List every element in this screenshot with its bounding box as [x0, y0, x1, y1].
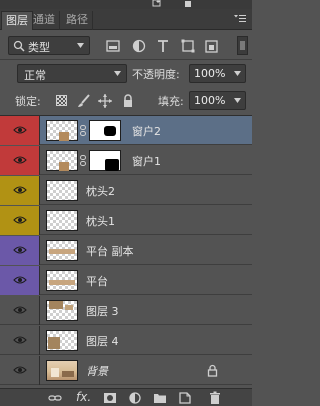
- type-filter-icon[interactable]: [155, 38, 171, 54]
- layer-mask-thumbnail[interactable]: [89, 150, 121, 171]
- layer-color-label[interactable]: [0, 116, 40, 145]
- layer-list: 窗户2 窗户1 枕头2 枕头1 平台 副本 平台 图层 3 图层 4 背景: [0, 116, 252, 386]
- search-icon: [13, 40, 25, 52]
- new-layer-icon[interactable]: [178, 391, 192, 405]
- layer-thumbnail[interactable]: [46, 120, 78, 141]
- filter-toggle[interactable]: [237, 36, 248, 55]
- chain-link-icon[interactable]: [80, 125, 86, 136]
- lock-all-icon[interactable]: [120, 93, 136, 109]
- layer-name[interactable]: 平台 副本: [86, 243, 134, 259]
- new-document-icon[interactable]: [152, 0, 162, 7]
- fill-field[interactable]: 100%: [189, 91, 246, 110]
- layer-thumbnail[interactable]: [46, 240, 78, 261]
- layer-name[interactable]: 图层 3: [86, 303, 119, 319]
- top-strip: [0, 0, 252, 9]
- eye-icon[interactable]: [13, 215, 27, 225]
- filter-kind-select[interactable]: 类型: [8, 36, 90, 55]
- lock-image-pixels-icon[interactable]: [76, 93, 92, 109]
- opacity-value: 100%: [194, 67, 226, 80]
- layer-color-label[interactable]: [0, 326, 40, 355]
- layer-name[interactable]: 枕头1: [86, 213, 115, 229]
- eye-icon[interactable]: [13, 125, 27, 135]
- layer-mask-thumbnail[interactable]: [89, 120, 121, 141]
- layer-color-label[interactable]: [0, 206, 40, 235]
- panel-menu-icon[interactable]: [234, 14, 246, 24]
- fill-value: 100%: [194, 94, 226, 107]
- layer-row[interactable]: 平台: [0, 266, 252, 295]
- eye-icon[interactable]: [13, 275, 27, 285]
- layer-thumbnail[interactable]: [46, 330, 78, 351]
- link-layers-icon[interactable]: [48, 391, 62, 405]
- layer-row[interactable]: 背景: [0, 356, 252, 385]
- chevron-down-icon: [234, 98, 241, 103]
- delete-layer-icon[interactable]: [208, 391, 222, 405]
- fx-icon[interactable]: fx.: [76, 390, 91, 404]
- layer-color-label[interactable]: [0, 356, 40, 385]
- layer-thumbnail[interactable]: [46, 300, 78, 321]
- layer-row[interactable]: 枕头2: [0, 176, 252, 205]
- add-mask-icon[interactable]: [103, 391, 117, 405]
- layer-thumbnail[interactable]: [46, 360, 78, 381]
- lock-label: 锁定:: [15, 95, 41, 108]
- layer-color-label[interactable]: [0, 236, 40, 265]
- eye-icon[interactable]: [13, 155, 27, 165]
- layer-color-label[interactable]: [0, 296, 40, 325]
- layer-name[interactable]: 枕头2: [86, 183, 115, 199]
- eye-icon[interactable]: [13, 365, 27, 375]
- divider: [0, 59, 252, 60]
- fill-label: 填充:: [158, 95, 184, 108]
- new-group-icon[interactable]: [153, 391, 167, 405]
- eye-icon[interactable]: [13, 335, 27, 345]
- lock-position-icon[interactable]: [97, 93, 113, 109]
- layer-thumbnail[interactable]: [46, 210, 78, 231]
- shape-filter-icon[interactable]: [180, 38, 196, 54]
- layer-color-label[interactable]: [0, 176, 40, 205]
- image-filter-icon[interactable]: [105, 38, 121, 54]
- tab-channels[interactable]: 通道: [29, 11, 60, 30]
- layer-name[interactable]: 窗户2: [132, 123, 161, 139]
- lock-transparent-pixels-icon[interactable]: [56, 95, 67, 106]
- trash-icon[interactable]: [183, 0, 193, 7]
- filter-toggle-knob: [240, 41, 245, 50]
- chevron-down-icon: [114, 71, 121, 76]
- opacity-field[interactable]: 100%: [189, 64, 246, 83]
- panel-tab-bar: 图层 通道 路径: [0, 9, 252, 30]
- layer-name[interactable]: 背景: [86, 363, 108, 379]
- layer-color-label[interactable]: [0, 146, 40, 175]
- layer-row[interactable]: 窗户1: [0, 146, 252, 175]
- lock-icon: [207, 364, 218, 377]
- layer-row[interactable]: 窗户2: [0, 116, 252, 145]
- smart-object-filter-icon[interactable]: [204, 38, 220, 54]
- layer-thumbnail[interactable]: [46, 180, 78, 201]
- adjustment-filter-icon[interactable]: [131, 38, 147, 54]
- bottom-toolbar: fx.: [0, 388, 252, 406]
- chain-link-icon[interactable]: [80, 155, 86, 166]
- layer-row[interactable]: 图层 3: [0, 296, 252, 325]
- blend-mode-value: 正常: [24, 69, 46, 82]
- eye-icon[interactable]: [13, 245, 27, 255]
- layer-thumbnail[interactable]: [46, 150, 78, 171]
- layer-name[interactable]: 窗户1: [132, 153, 161, 169]
- layer-name[interactable]: 平台: [86, 273, 108, 289]
- layer-row[interactable]: 平台 副本: [0, 236, 252, 265]
- adjustment-layer-icon[interactable]: [128, 391, 142, 405]
- layer-row[interactable]: 枕头1: [0, 206, 252, 235]
- opacity-label: 不透明度:: [132, 68, 180, 81]
- blend-mode-select[interactable]: 正常: [17, 64, 127, 83]
- layer-name[interactable]: 图层 4: [86, 333, 119, 349]
- eye-icon[interactable]: [13, 185, 27, 195]
- chevron-down-icon: [77, 43, 84, 48]
- filter-kind-value: 类型: [28, 41, 50, 54]
- layer-thumbnail[interactable]: [46, 270, 78, 291]
- eye-icon[interactable]: [13, 305, 27, 315]
- tab-paths[interactable]: 路径: [62, 11, 93, 30]
- chevron-down-icon: [234, 71, 241, 76]
- layer-color-label[interactable]: [0, 266, 40, 295]
- layer-row[interactable]: 图层 4: [0, 326, 252, 355]
